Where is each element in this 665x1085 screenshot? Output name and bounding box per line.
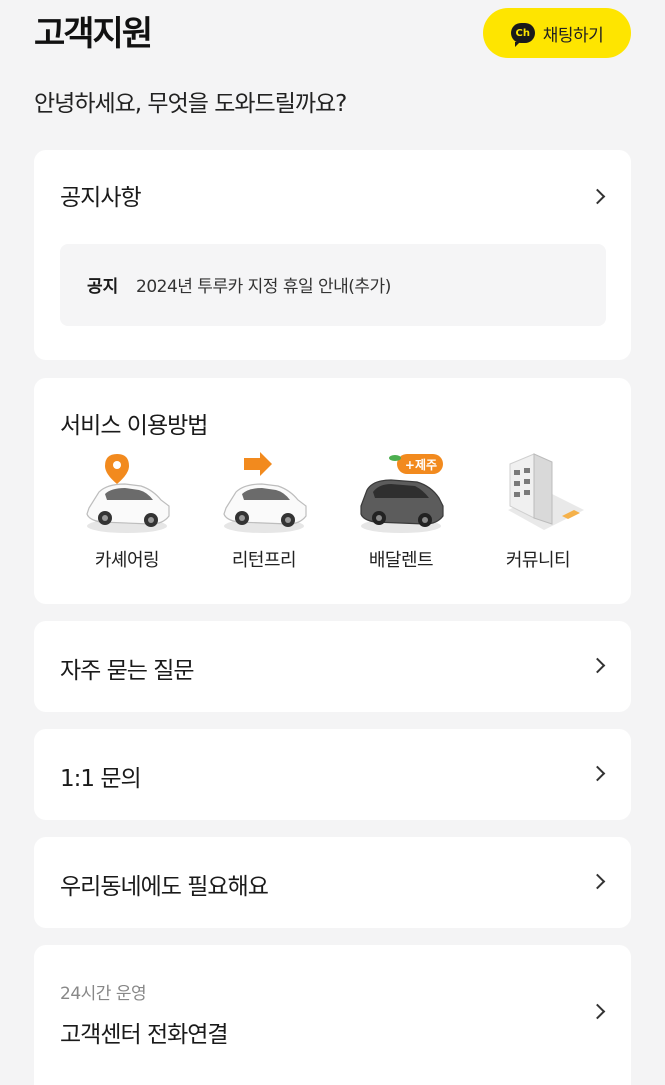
notice-title[interactable]: 공지사항 [60, 178, 142, 212]
service-label: 커뮤니티 [505, 550, 571, 571]
service-label: 배달렌트 [368, 550, 434, 571]
header: 고객지원 Ch 채팅하기 [0, 0, 665, 60]
request-card[interactable]: 우리동네에도 필요해요 [34, 837, 631, 928]
service-label: 리턴프리 [231, 550, 297, 571]
chevron-right-icon [589, 657, 606, 674]
notice-card: 공지사항 공지 2024년 투루카 지정 휴일 안내(추가) [34, 150, 631, 360]
greeting-text: 안녕하세요, 무엇을 도와드릴까요? [34, 91, 347, 117]
chevron-right-icon[interactable] [589, 188, 606, 205]
chevron-right-icon [589, 873, 606, 890]
jeju-badge: +제주 [404, 458, 438, 472]
notice-item[interactable]: 공지 2024년 투루카 지정 휴일 안내(추가) [60, 244, 606, 326]
callcenter-card[interactable]: 24시간 운영 고객센터 전화연결 [34, 945, 631, 1085]
callcenter-hours: 24시간 운영 [60, 984, 147, 1004]
faq-card[interactable]: 자주 묻는 질문 [34, 621, 631, 712]
services-title: 서비스 이용방법 [60, 413, 208, 439]
page-title: 고객지원 [34, 14, 153, 54]
service-item-returnfree[interactable]: 리턴프리 [204, 450, 324, 580]
request-label: 우리동네에도 필요해요 [60, 874, 269, 900]
services-card: 서비스 이용방법 카셰어링 리턴프리 +제주 배달렌트 커뮤니티 [34, 378, 631, 604]
callcenter-label: 고객센터 전화연결 [60, 1022, 229, 1048]
service-item-community[interactable]: 커뮤니티 [478, 450, 598, 580]
chat-button[interactable]: Ch 채팅하기 [483, 8, 631, 58]
chevron-right-icon [589, 1003, 606, 1020]
chevron-right-icon [589, 765, 606, 782]
notice-tag: 공지 [87, 277, 119, 297]
car-arrow-icon [223, 452, 307, 533]
service-item-delivery-rent[interactable]: +제주 배달렌트 [341, 450, 461, 580]
car-location-pin-icon [86, 454, 170, 533]
inquiry-card[interactable]: 1:1 문의 [34, 729, 631, 820]
chat-button-label: 채팅하기 [542, 25, 604, 46]
notice-text: 2024년 투루카 지정 휴일 안내(추가) [136, 277, 391, 297]
faq-label: 자주 묻는 질문 [60, 658, 195, 684]
building-icon [508, 453, 584, 530]
kakao-channel-icon: Ch [510, 23, 535, 47]
service-item-carsharing[interactable]: 카셰어링 [67, 450, 187, 580]
service-label: 카셰어링 [94, 550, 160, 571]
inquiry-label: 1:1 문의 [60, 766, 142, 792]
